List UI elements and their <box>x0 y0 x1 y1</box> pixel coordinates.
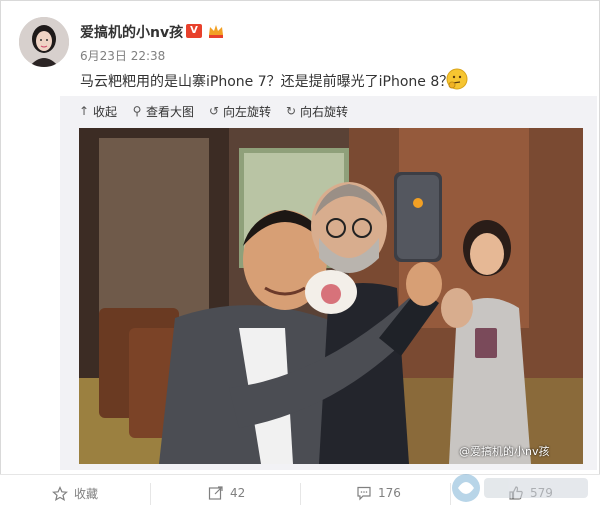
rotate-right-label: 向右旋转 <box>300 104 349 119</box>
rotate-left-label: 向左旋转 <box>223 104 272 119</box>
photo-watermark: @爱搞机的小nv孩 <box>459 445 550 458</box>
thinking-emoji-icon <box>446 68 468 90</box>
view-large-button[interactable]: ⚲ 查看大图 <box>131 103 194 120</box>
avatar[interactable] <box>19 17 69 67</box>
repost-button[interactable]: 42 <box>208 485 245 501</box>
favorite-label: 收藏 <box>74 487 99 501</box>
divider <box>150 483 151 505</box>
favorite-button[interactable]: 收藏 <box>52 485 98 502</box>
crown-icon <box>209 25 223 38</box>
verified-badge-icon: V <box>186 24 202 38</box>
view-large-label: 查看大图 <box>146 104 195 119</box>
rotate-left-icon: ↺ <box>209 104 220 118</box>
comment-button[interactable]: 176 <box>356 485 401 501</box>
site-logo-watermark <box>452 474 588 502</box>
post-timestamp[interactable]: 6月23日 22:38 <box>80 47 165 64</box>
collapse-label: 收起 <box>93 104 118 119</box>
selfie-photo-image <box>79 128 583 464</box>
comment-count: 176 <box>378 486 401 500</box>
repost-count: 42 <box>230 486 246 500</box>
collapse-button[interactable]: ↑ 收起 <box>78 103 117 120</box>
repost-icon <box>208 486 223 500</box>
comment-icon <box>357 486 371 501</box>
media-toolbar: ↑ 收起 ⚲ 查看大图 ↺ 向左旋转 ↻ 向右旋转 <box>78 102 348 120</box>
username-link[interactable]: 爱搞机的小nv孩 <box>80 22 183 42</box>
star-icon <box>52 485 68 501</box>
rotate-right-button[interactable]: ↻ 向右旋转 <box>285 103 348 120</box>
divider <box>300 483 301 505</box>
rotate-right-icon: ↻ <box>286 104 297 118</box>
post-photo[interactable] <box>79 128 583 464</box>
post-text: 马云粑粑用的是山寨iPhone 7？还是提前曝光了iPhone 8？ <box>80 74 454 90</box>
magnifier-icon: ⚲ <box>132 104 142 118</box>
collapse-arrow-icon: ↑ <box>78 104 90 118</box>
rotate-left-button[interactable]: ↺ 向左旋转 <box>208 103 271 120</box>
